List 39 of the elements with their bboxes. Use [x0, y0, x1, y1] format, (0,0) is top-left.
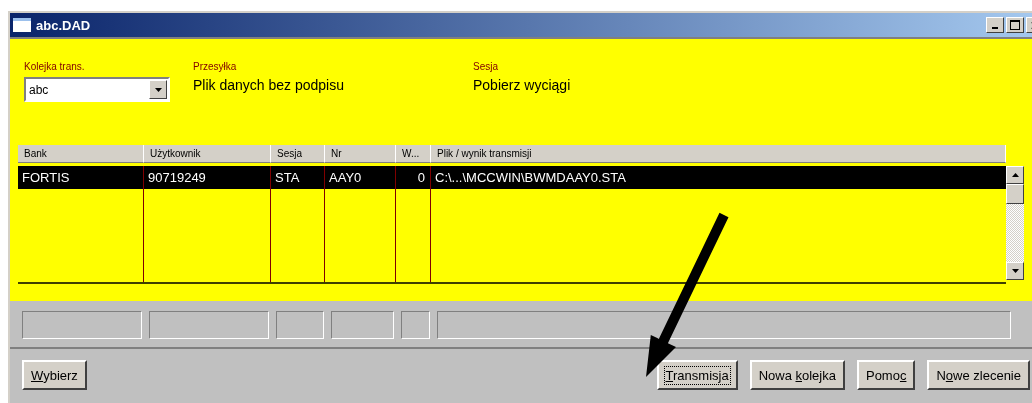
status-field — [331, 311, 394, 339]
field-label: Przesyłka — [193, 61, 238, 74]
table-cell: 0 — [396, 166, 431, 189]
scroll-up-button[interactable] — [1006, 166, 1024, 184]
column-header[interactable]: Sesja — [271, 145, 325, 163]
field-label: Sesja — [473, 61, 499, 74]
column-header[interactable]: Bank — [18, 145, 144, 163]
column-header[interactable]: Nr — [325, 145, 396, 163]
table-cell: STA — [271, 166, 325, 189]
table-cell: FORTIS — [18, 166, 144, 189]
button[interactable]: Pomoc — [856, 360, 916, 390]
field-label: Kolejka trans. — [24, 61, 86, 74]
table-cell: AAY0 — [325, 166, 396, 189]
field-value: Plik danych bez podpisu — [193, 77, 345, 93]
maximize-button[interactable] — [1006, 17, 1024, 33]
status-field — [401, 311, 430, 339]
scrollbar[interactable] — [1006, 166, 1024, 280]
table-row[interactable]: FORTIS 90719249 STA AAY0 0 C:\...\MCCWIN\BWMDAAY0.STA — [18, 166, 1006, 189]
dropdown-arrow-icon — [154, 87, 162, 92]
button[interactable]: Nowe zlecenie — [927, 360, 1030, 390]
button[interactable]: Wybierz — [22, 360, 87, 390]
table-cell-text: C:\...\MCCWIN\BWMDAAY0.STA — [434, 169, 627, 187]
status-field — [276, 311, 324, 339]
column-header[interactable]: Użytkownik — [144, 145, 271, 163]
window-icon — [13, 18, 31, 32]
column-header[interactable]: Plik / wynik transmisji — [431, 145, 1006, 163]
scroll-thumb[interactable] — [1006, 184, 1024, 204]
window-title: abc.DAD — [36, 17, 91, 33]
button[interactable]: Transmisja — [656, 360, 738, 390]
table-cell: 90719249 — [144, 166, 271, 189]
column-header[interactable]: W... — [396, 145, 431, 163]
minimize-button[interactable] — [986, 17, 1004, 33]
dropdown[interactable]: abc — [24, 77, 170, 102]
field-value: Pobierz wyciągi — [473, 77, 571, 93]
up-arrow-icon — [1011, 173, 1019, 177]
button[interactable]: Nowa kolejka — [749, 360, 845, 390]
scroll-down-button[interactable] — [1006, 262, 1024, 280]
down-arrow-icon — [1011, 269, 1019, 273]
maximize-icon — [1010, 20, 1020, 30]
